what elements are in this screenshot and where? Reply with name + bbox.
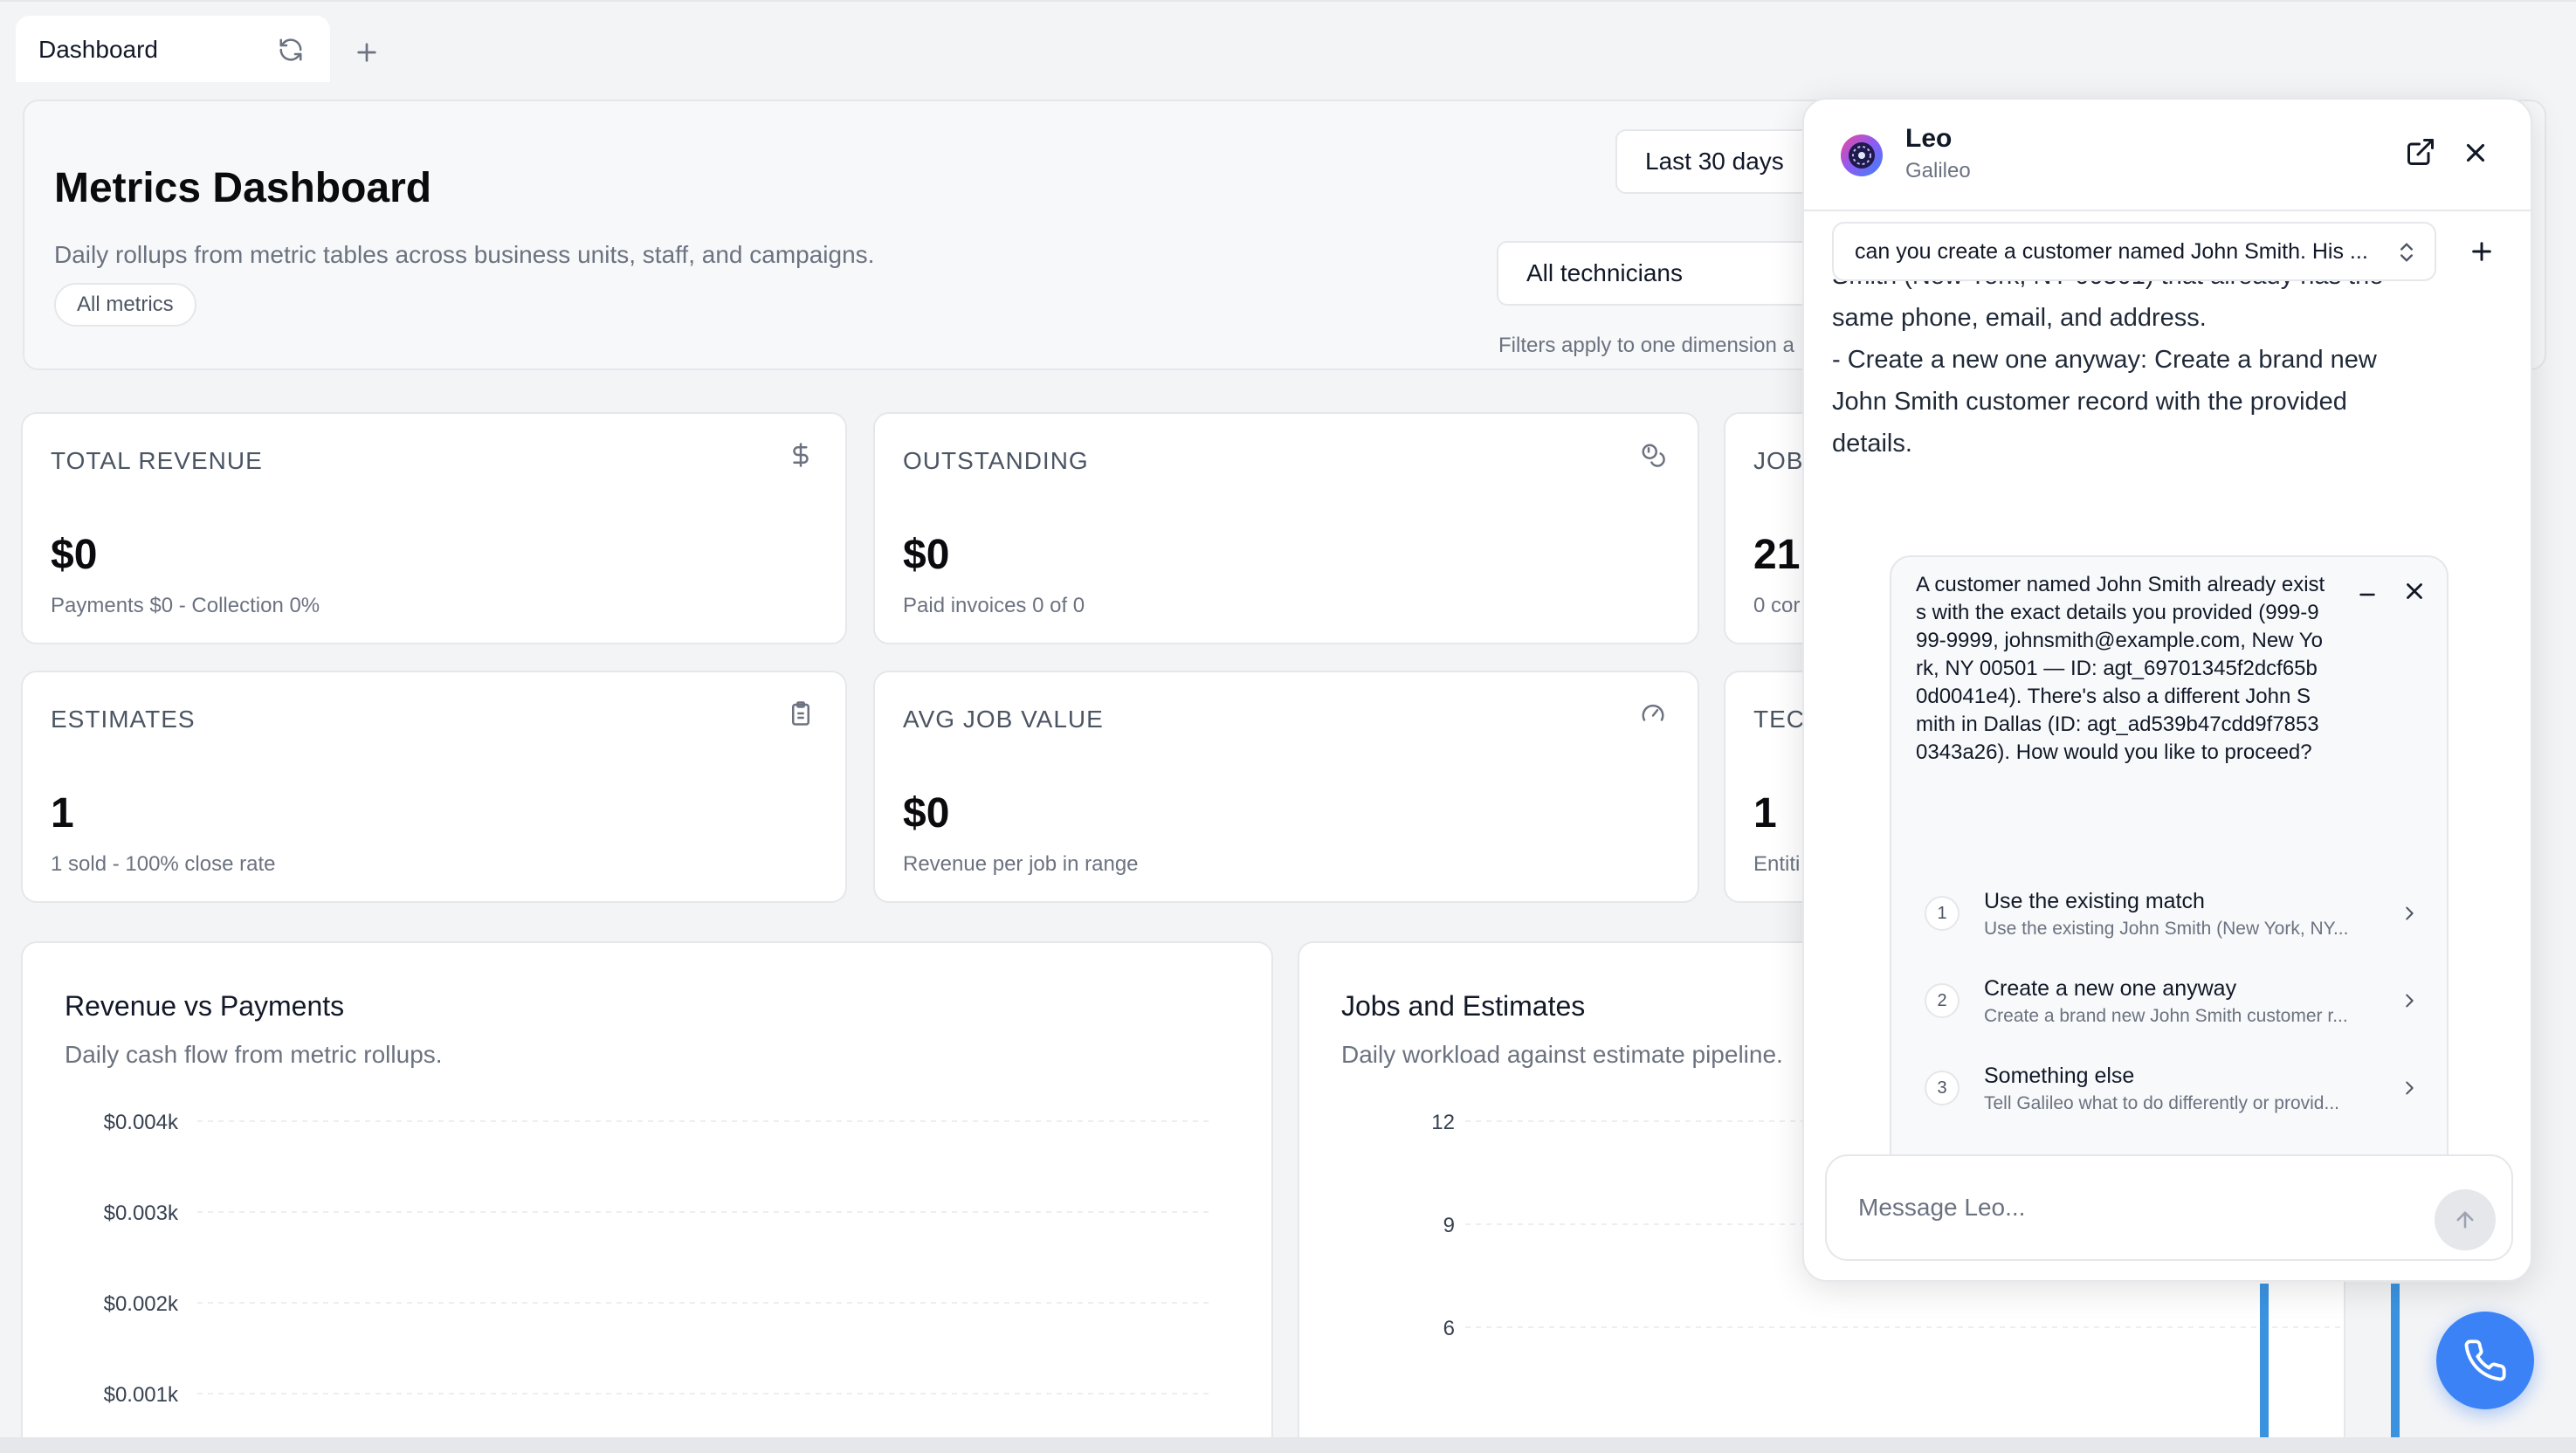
kpi-label: OUTSTANDING bbox=[903, 447, 1089, 474]
kpi-subtext: Entiti bbox=[1753, 852, 1801, 876]
new-conversation-icon[interactable] bbox=[2468, 238, 2496, 265]
option-something-else[interactable]: 3 Something else Tell Galileo what to do… bbox=[1916, 1051, 2428, 1126]
gauge-icon bbox=[1642, 704, 1664, 721]
tab-label: Dashboard bbox=[38, 36, 158, 63]
metrics-chip[interactable]: All metrics bbox=[54, 283, 196, 327]
phone-icon bbox=[2464, 1339, 2506, 1381]
arrow-up-icon bbox=[2456, 1211, 2474, 1229]
conversation-select[interactable]: can you create a customer named John Smi… bbox=[1832, 222, 2436, 281]
call-button[interactable] bbox=[2436, 1312, 2534, 1409]
assistant-subtitle: Galileo bbox=[1905, 159, 1971, 182]
kpi-subtext: 1 sold - 100% close rate bbox=[51, 852, 276, 876]
minimize-icon[interactable] bbox=[2356, 583, 2379, 606]
y-tick-label: $0.003k bbox=[104, 1202, 179, 1225]
jobs-bar bbox=[2260, 1284, 2269, 1437]
kpi-value: $0 bbox=[903, 790, 950, 837]
kpi-label: AVG JOB VALUE bbox=[903, 706, 1104, 733]
option-number: 3 bbox=[1925, 1071, 1960, 1105]
conversation-title: can you create a customer named John Smi… bbox=[1855, 238, 2368, 264]
option-title: Use the existing match bbox=[1984, 889, 2205, 913]
y-tick-label: 12 bbox=[1431, 1111, 1455, 1134]
add-tab-icon[interactable] bbox=[353, 38, 381, 66]
filter-note: Filters apply to one dimension a bbox=[1498, 334, 1794, 357]
kpi-subtext: Revenue per job in range bbox=[903, 852, 1139, 876]
option-title: Something else bbox=[1984, 1064, 2135, 1088]
page-title: Metrics Dashboard bbox=[54, 165, 432, 211]
external-link-icon[interactable] bbox=[2405, 136, 2436, 168]
option-create-new[interactable]: 2 Create a new one anyway Create a brand… bbox=[1916, 964, 2428, 1039]
kpi-label: JOB bbox=[1753, 447, 1804, 474]
close-icon[interactable] bbox=[2401, 578, 2428, 604]
option-number: 1 bbox=[1925, 896, 1960, 931]
close-icon[interactable] bbox=[2461, 138, 2490, 168]
option-description: Create a brand new John Smith customer r… bbox=[1984, 1006, 2348, 1026]
assistant-message: Smith (New York, NY 00501) that already … bbox=[1832, 271, 2461, 594]
kpi-subtext: Payments $0 - Collection 0% bbox=[51, 594, 320, 617]
refresh-icon[interactable] bbox=[278, 37, 304, 63]
prompt-question: A customer named John Smith already exis… bbox=[1916, 573, 2325, 764]
option-description: Use the existing John Smith (New York, N… bbox=[1984, 919, 2349, 939]
message-line: - Create a new one anyway: Create a bran… bbox=[1832, 346, 2377, 374]
chevron-right-icon bbox=[2406, 1081, 2414, 1095]
tab-bar: Dashboard bbox=[0, 0, 2576, 87]
y-tick-label: $0.001k bbox=[104, 1383, 179, 1407]
kpi-avg-job-value: AVG JOB VALUE $0 Revenue per job in rang… bbox=[873, 671, 1699, 903]
galileo-logo-icon bbox=[1841, 134, 1883, 176]
jobs-bar bbox=[2391, 1284, 2400, 1437]
choice-prompt-card: A customer named John Smith already exis… bbox=[1890, 555, 2449, 1193]
kpi-subtext: Paid invoices 0 of 0 bbox=[903, 594, 1085, 617]
chevron-right-icon bbox=[2406, 994, 2414, 1008]
kpi-estimates: ESTIMATES 1 1 sold - 100% close rate bbox=[21, 671, 847, 903]
kpi-outstanding: OUTSTANDING $0 Paid invoices 0 of 0 bbox=[873, 412, 1699, 644]
y-tick-label: 6 bbox=[1443, 1317, 1455, 1340]
kpi-value: $0 bbox=[903, 532, 950, 578]
kpi-label: ESTIMATES bbox=[51, 706, 196, 733]
page-subtitle: Daily rollups from metric tables across … bbox=[54, 241, 875, 268]
kpi-label: TEC bbox=[1753, 706, 1805, 733]
message-input[interactable] bbox=[1825, 1154, 2513, 1261]
kpi-value: $0 bbox=[51, 532, 98, 578]
revenue-chart: $0.004k $0.003k $0.002k $0.001k bbox=[104, 1111, 1210, 1407]
y-tick-label: 9 bbox=[1443, 1214, 1455, 1237]
assistant-name: Leo bbox=[1905, 124, 1953, 153]
kpi-subtext: 0 cor bbox=[1753, 594, 1801, 617]
tab-dashboard[interactable]: Dashboard bbox=[16, 16, 330, 84]
message-line: John Smith customer record with the prov… bbox=[1832, 388, 2347, 416]
option-description: Tell Galileo what to do differently or p… bbox=[1984, 1093, 2339, 1113]
send-button[interactable] bbox=[2435, 1189, 2496, 1250]
option-title: Create a new one anyway bbox=[1984, 976, 2237, 1001]
clipboard-icon bbox=[792, 701, 809, 726]
kpi-value: 21 bbox=[1753, 532, 1801, 578]
revenue-chart-card: Revenue vs Payments Daily cash flow from… bbox=[21, 941, 1273, 1453]
y-tick-label: $0.002k bbox=[104, 1292, 179, 1316]
coins-icon bbox=[1642, 444, 1665, 467]
kpi-value: 1 bbox=[1753, 790, 1777, 837]
window-bottom-edge bbox=[0, 1437, 2576, 1453]
kpi-label: TOTAL REVENUE bbox=[51, 447, 263, 474]
kpi-value: 1 bbox=[51, 790, 74, 837]
message-line: same phone, email, and address. bbox=[1832, 304, 2207, 332]
message-line: details. bbox=[1832, 430, 1912, 458]
y-tick-label: $0.004k bbox=[104, 1111, 179, 1134]
chevron-right-icon bbox=[2406, 906, 2414, 920]
dollar-icon bbox=[793, 443, 809, 467]
chevron-up-down-icon bbox=[2400, 243, 2413, 262]
panel-divider bbox=[1804, 210, 2531, 211]
kpi-total-revenue: TOTAL REVENUE $0 Payments $0 - Collectio… bbox=[21, 412, 847, 644]
assistant-panel: Leo Galileo Smith (New York, NY 00501) t… bbox=[1802, 98, 2532, 1282]
option-use-existing[interactable]: 1 Use the existing match Use the existin… bbox=[1916, 877, 2428, 952]
option-number: 2 bbox=[1925, 983, 1960, 1018]
